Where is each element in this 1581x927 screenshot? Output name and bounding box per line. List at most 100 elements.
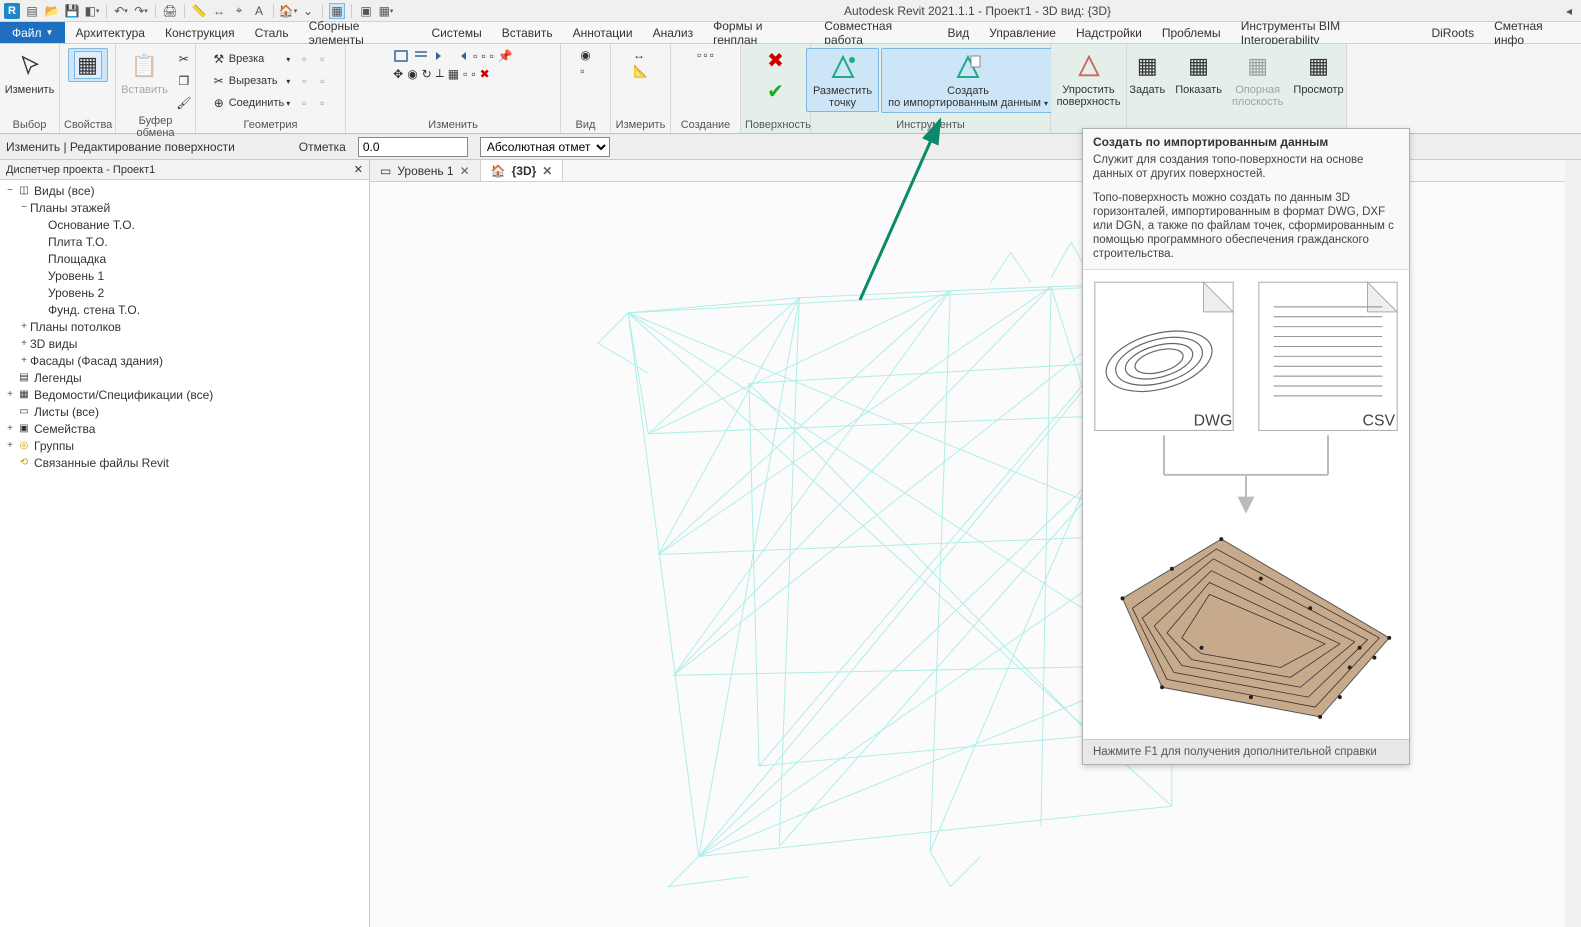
tree-item[interactable]: Уровень 2 [0, 284, 369, 301]
qat-icon-undo[interactable]: ↶▾ [113, 3, 129, 19]
place-point-button[interactable]: Разместитьточку [806, 48, 879, 112]
qat-icon-new[interactable]: ▤ [24, 3, 40, 19]
qat-icon-redo[interactable]: ↷▾ [133, 3, 149, 19]
properties-button[interactable]: ▦ [68, 48, 108, 82]
qat-icon-sync[interactable]: ◧▾ [84, 3, 100, 19]
tree-item[interactable]: Плита Т.О. [0, 233, 369, 250]
tab-insert[interactable]: Вставить [492, 22, 563, 43]
set-button[interactable]: ▦ Задать [1125, 48, 1169, 98]
measure-btn2[interactable]: 📐 [633, 64, 648, 78]
cope-button[interactable]: ⚒Врезка▾▫▫ [209, 48, 333, 70]
minimize-icon[interactable]: ◂ [1561, 3, 1577, 19]
tree-legends[interactable]: ▤Легенды [0, 369, 369, 386]
qat-icon-measure[interactable]: 📏 [191, 3, 207, 19]
tree-views-root[interactable]: −◫Виды (все) [0, 182, 369, 199]
tree-links[interactable]: ⟲Связанные файлы Revit [0, 454, 369, 471]
tree-schedules[interactable]: +▦Ведомости/Спецификации (все) [0, 386, 369, 403]
scale-button[interactable]: ▫ [463, 66, 467, 81]
tab-structure[interactable]: Конструкция [155, 22, 245, 43]
finish-button[interactable]: ✔ [767, 79, 784, 104]
matchtype-button[interactable]: 🖌 [174, 92, 194, 114]
align-button[interactable] [393, 48, 409, 64]
right-scroll[interactable] [1565, 160, 1581, 927]
tree-floorplans[interactable]: −Планы этажей [0, 199, 369, 216]
close-icon[interactable]: ✕ [460, 164, 470, 178]
file-tab[interactable]: Файл▼ [0, 22, 65, 43]
tab-bim-interop[interactable]: Инструменты BIM Interoperability [1231, 22, 1422, 43]
tab-massing[interactable]: Формы и генплан [703, 22, 814, 43]
tab-issues[interactable]: Проблемы [1152, 22, 1231, 43]
mirror2-button[interactable] [453, 48, 469, 64]
tab-diroots[interactable]: DiRoots [1421, 22, 1484, 43]
pin-button[interactable]: 📌 [498, 48, 513, 64]
tab-view[interactable]: Вид [938, 22, 980, 43]
cut-geom-button[interactable]: ✂Вырезать▾▫▫ [209, 70, 333, 92]
simplify-button[interactable]: Упроститьповерхность [1053, 48, 1125, 110]
copy-button[interactable]: ❐ [174, 70, 194, 92]
tab-collab[interactable]: Совместная работа [814, 22, 937, 43]
join-button[interactable]: ⊕Соединить▾▫▫ [209, 92, 333, 114]
array-button[interactable]: ▦ [448, 66, 459, 81]
tree-item[interactable]: Уровень 1 [0, 267, 369, 284]
cancel-button[interactable]: ✖ [767, 48, 784, 73]
qat-icon-thin[interactable]: ▦ [329, 3, 345, 19]
tree-ceilings[interactable]: +Планы потолков [0, 318, 369, 335]
tab-manage[interactable]: Управление [979, 22, 1066, 43]
move-button[interactable]: ✥ [393, 66, 403, 81]
tree-item[interactable]: Фунд. стена Т.О. [0, 301, 369, 318]
measure-btn1[interactable]: ↔ [633, 48, 645, 62]
tree-item[interactable]: Площадка [0, 250, 369, 267]
trim-button[interactable]: ▫ [490, 48, 494, 64]
tab-estimate[interactable]: Сметная инфо [1484, 22, 1581, 43]
tree-elevations[interactable]: +Фасады (Фасад здания) [0, 352, 369, 369]
qat-icon-close[interactable]: ▣ [358, 3, 374, 19]
app-logo-icon[interactable]: R [4, 3, 20, 19]
create-from-import-button[interactable]: Создатьпо импортированным данным ▾ [881, 48, 1055, 113]
elevation-mode-select[interactable]: Абсолютная отметка [480, 137, 610, 157]
qat-icon-save[interactable]: 💾 [64, 3, 80, 19]
qat-icon-text[interactable]: A [251, 3, 267, 19]
view-tab-level1[interactable]: ▭ Уровень 1 ✕ [370, 160, 481, 181]
tree-groups[interactable]: +◎Группы [0, 437, 369, 454]
tab-systems[interactable]: Системы [421, 22, 491, 43]
split2-button[interactable]: ▫ [481, 48, 485, 64]
mirror-button[interactable] [433, 48, 449, 64]
qat-icon-dim[interactable]: ⌖ [231, 3, 247, 19]
create-btn2[interactable]: ▫ [703, 48, 707, 62]
qat-icon-print[interactable]: 🖨 [162, 3, 178, 19]
tab-architecture[interactable]: Архитектура [65, 22, 155, 43]
tree-3d[interactable]: +3D виды [0, 335, 369, 352]
close-icon[interactable]: ✕ [354, 163, 363, 176]
tab-addins[interactable]: Надстройки [1066, 22, 1152, 43]
tab-annotate[interactable]: Аннотации [563, 22, 643, 43]
view-btn2[interactable]: ▫ [580, 64, 584, 78]
split-button[interactable]: ▫ [473, 48, 477, 64]
offset-button[interactable] [413, 48, 429, 64]
cut-button[interactable]: ✂ [174, 48, 194, 70]
close-icon[interactable]: ✕ [542, 164, 552, 178]
tab-analyze[interactable]: Анализ [643, 22, 704, 43]
rotate-button[interactable]: ↻ [422, 66, 432, 81]
browser-tree[interactable]: −◫Виды (все) −Планы этажей Основание Т.О… [0, 180, 369, 927]
qat-icon-align[interactable]: ↔ [211, 3, 227, 19]
show-button[interactable]: ▦ Показать [1171, 48, 1226, 98]
view-btn1[interactable]: ◉ [580, 48, 590, 62]
trim2-button[interactable]: ⟂ [436, 66, 444, 81]
qat-icon-3d[interactable]: 🏠▾ [280, 3, 296, 19]
tree-item[interactable]: Основание Т.О. [0, 216, 369, 233]
tab-precast[interactable]: Сборные элементы [299, 22, 422, 43]
create-btn1[interactable]: ▫ [697, 48, 701, 62]
view-tab-3d[interactable]: 🏠 {3D} ✕ [481, 160, 564, 181]
elevation-input[interactable] [358, 137, 468, 157]
create-btn3[interactable]: ▫ [710, 48, 714, 62]
modify-button[interactable]: Изменить [1, 48, 59, 98]
tab-steel[interactable]: Сталь [245, 22, 299, 43]
tree-families[interactable]: +▣Семейства [0, 420, 369, 437]
tree-sheets[interactable]: ▭Листы (все) [0, 403, 369, 420]
qat-icon-section[interactable]: ⌄ [300, 3, 316, 19]
viewer-button[interactable]: ▦ Просмотр [1289, 48, 1347, 98]
qat-icon-open[interactable]: 📂 [44, 3, 60, 19]
qat-icon-switch[interactable]: ▦▾ [378, 3, 394, 19]
unpin-button[interactable]: ▫ [471, 66, 475, 81]
delete-button[interactable]: ✖ [480, 66, 490, 81]
